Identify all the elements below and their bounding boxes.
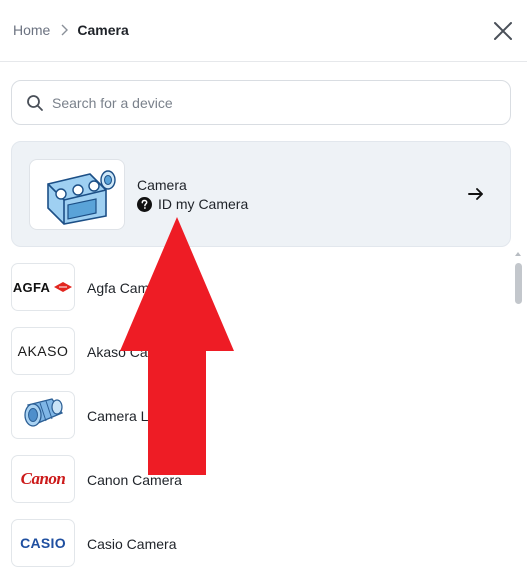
search-box [11, 80, 511, 125]
agfa-logo: AGFA [11, 263, 75, 311]
scrollbar[interactable] [513, 250, 523, 568]
breadcrumb: Home Camera [13, 22, 129, 38]
list-item-label: Agfa Cam [87, 280, 150, 296]
featured-camera-card[interactable]: Camera ID my Camera [11, 141, 511, 247]
casio-logo: CASIO [11, 519, 75, 567]
chevron-right-icon [61, 24, 69, 36]
arrow-right-icon [468, 188, 483, 200]
featured-title: Camera [137, 177, 187, 193]
breadcrumb-current: Camera [77, 22, 129, 38]
scroll-up-arrow-icon[interactable] [514, 250, 522, 258]
list-item[interactable]: Camera L [11, 391, 491, 441]
camera-illustration [29, 159, 125, 230]
list-item[interactable]: AKASO Akaso Ca [11, 327, 491, 377]
camera-icon [47, 170, 116, 225]
close-icon[interactable] [490, 18, 516, 44]
dialog-header: Home Camera [0, 0, 527, 62]
breadcrumb-home-link[interactable]: Home [13, 22, 50, 38]
camera-lens-icon [11, 391, 75, 439]
list-item-label: Akaso Ca [87, 344, 148, 360]
canon-logo: Canon [11, 455, 75, 503]
featured-subtitle: ID my Camera [158, 196, 249, 212]
search-input[interactable] [52, 91, 492, 115]
list-item-label: Canon Camera [87, 472, 182, 488]
search-icon [27, 95, 43, 111]
list-item[interactable]: Canon Canon Camera [11, 455, 491, 505]
list-item[interactable]: AGFA Agfa Cam [11, 263, 491, 313]
question-circle-icon [137, 196, 152, 212]
list-item-label: Camera L [87, 408, 149, 424]
list-item[interactable]: CASIO Casio Camera [11, 519, 491, 568]
agfa-rhombus-icon [54, 282, 73, 292]
device-list: AGFA Agfa Cam AKASO Akaso Ca Camera L Ca… [0, 255, 510, 568]
scrollbar-thumb[interactable] [515, 263, 522, 304]
lens-illustration [24, 398, 64, 427]
akaso-logo: AKASO [11, 327, 75, 375]
list-item-label: Casio Camera [87, 536, 177, 552]
id-my-camera-link[interactable]: ID my Camera [137, 196, 248, 212]
